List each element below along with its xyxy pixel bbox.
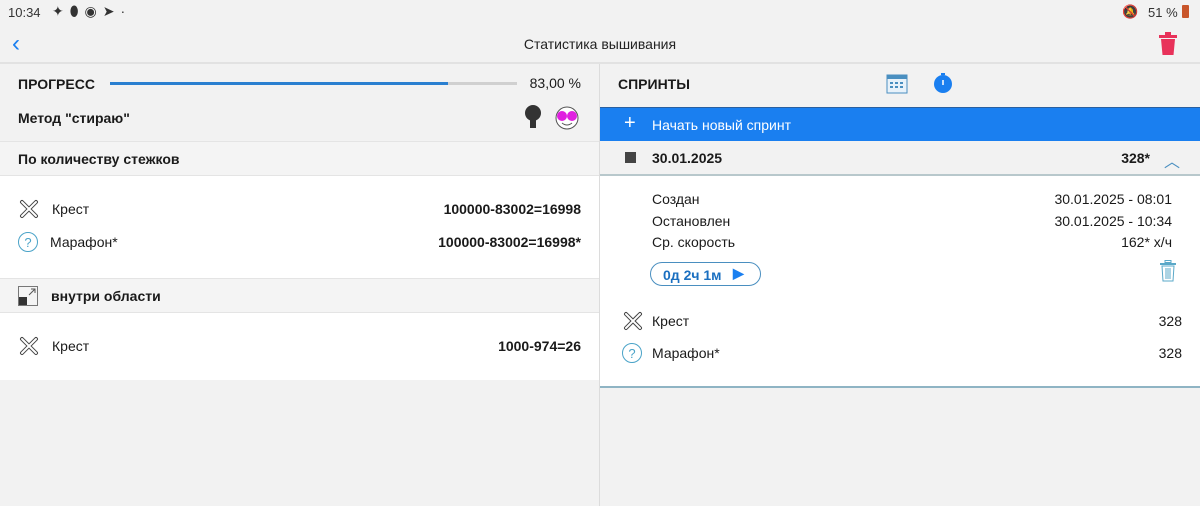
list-item: ? Марафон* 100000-83002=16998*: [18, 232, 581, 252]
list-item: Крест 100000-83002=16998: [18, 198, 581, 220]
question-icon: ?: [622, 343, 642, 363]
row-value: 100000-83002=16998*: [438, 234, 581, 250]
app-bar: ‹ Статистика вышивания: [0, 28, 1200, 64]
duration-resume-button[interactable]: 0д 2ч 1м ▶: [650, 262, 761, 286]
progress-bar: [110, 82, 517, 85]
sunglasses-emoji-icon[interactable]: [554, 106, 580, 133]
start-new-sprint-button[interactable]: + Начать новый спринт: [600, 107, 1200, 141]
cross-stitch-icon: [622, 310, 644, 332]
notification-icons: ✦⬮◉➤·: [52, 3, 132, 19]
start-new-sprint-label: Начать новый спринт: [652, 117, 792, 133]
stitches-header-text: По количеству стежков: [18, 151, 180, 167]
sprint-total: 328*: [1121, 150, 1150, 166]
detail-label: Ср. скорость: [652, 234, 736, 250]
cross-stitch-icon: [18, 198, 40, 220]
list-item: ? Марафон* 328: [622, 343, 1182, 363]
row-label: Крест: [52, 201, 90, 217]
row-label: Крест: [52, 338, 90, 354]
sprints-header: СПРИНТЫ: [618, 76, 690, 92]
progress-section: ПРОГРЕСС 83,00 % Метод "стираю": [0, 64, 599, 141]
area-icon: [18, 286, 38, 309]
battery-text: 51 %: [1148, 5, 1178, 20]
delete-sprint-button[interactable]: [1159, 260, 1177, 285]
status-time: 10:34: [8, 5, 41, 20]
method-label: Метод "стираю": [18, 110, 130, 126]
stitches-list: Крест 100000-83002=16998 ? Марафон* 1000…: [0, 176, 599, 278]
status-bar: 10:34 ✦⬮◉➤· 🔕 51 %: [0, 0, 1200, 28]
duration-text: 0д 2ч 1м: [663, 267, 722, 283]
delete-button[interactable]: [1158, 32, 1178, 59]
row-value: 100000-83002=16998: [443, 201, 581, 217]
chevron-up-icon[interactable]: ︿: [1164, 148, 1180, 172]
plus-icon: +: [624, 112, 636, 134]
cross-stitch-icon: [18, 335, 40, 357]
sprint-header-row[interactable]: 30.01.2025 328* ︿: [600, 141, 1200, 176]
left-panel: ПРОГРЕСС 83,00 % Метод "стираю" По колич…: [0, 64, 599, 506]
list-item: Крест 1000-974=26: [18, 335, 581, 357]
mute-icon: 🔕: [1122, 4, 1139, 19]
row-value: 328: [1158, 345, 1182, 361]
sprint-details: Создан 30.01.2025 - 08:01 Остановлен 30.…: [600, 176, 1200, 388]
area-section-header: внутри области: [0, 278, 599, 313]
progress-value: 83,00 %: [529, 75, 581, 91]
area-header-text: внутри области: [51, 288, 161, 304]
play-icon: ▶: [733, 265, 744, 281]
page-title: Статистика вышивания: [523, 36, 677, 52]
row-value: 1000-974=26: [498, 338, 581, 354]
stitches-section-header: По количеству стежков: [0, 141, 599, 176]
row-label: Марафон*: [50, 234, 118, 250]
detail-value: 30.01.2025 - 10:34: [1054, 213, 1172, 229]
detail-value: 30.01.2025 - 08:01: [1054, 191, 1172, 207]
detail-label: Остановлен: [652, 213, 731, 229]
lightbulb-icon[interactable]: [524, 104, 542, 133]
trash-icon: [1159, 32, 1177, 55]
question-icon: ?: [18, 232, 38, 252]
area-list: Крест 1000-974=26: [0, 313, 599, 380]
sprints-panel: СПРИНТЫ + Начать новый спринт 30.01.2025…: [600, 64, 1200, 506]
stop-icon: [625, 152, 636, 163]
row-label: Марафон*: [652, 345, 720, 361]
row-value: 328: [1158, 313, 1182, 329]
progress-fill: [110, 82, 448, 85]
sprint-date: 30.01.2025: [652, 150, 723, 166]
calendar-icon[interactable]: [886, 72, 908, 97]
row-label: Крест: [652, 313, 690, 329]
detail-label: Создан: [652, 191, 700, 207]
stopwatch-icon[interactable]: [932, 72, 954, 97]
progress-label: ПРОГРЕСС: [18, 76, 95, 92]
list-item: Крест 328: [622, 310, 1182, 332]
battery-icon: [1182, 5, 1189, 18]
detail-value: 162* х/ч: [1121, 234, 1172, 250]
